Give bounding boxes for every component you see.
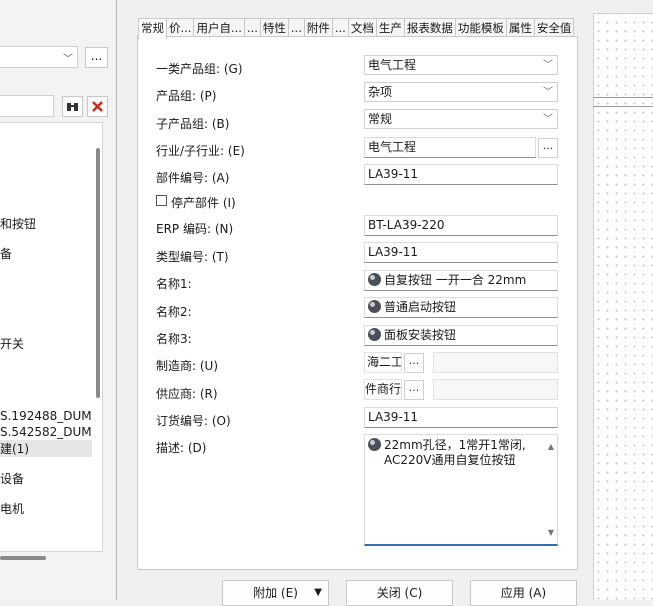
name2-value: 普通启动按钮	[384, 300, 457, 314]
manufacturer-label: 制造商: (U)	[156, 359, 219, 373]
manufacturer-field[interactable]: 海二工	[364, 352, 402, 373]
discontinued-label: 停产部件 (I)	[171, 196, 236, 210]
supplier-field[interactable]: 件商行	[364, 379, 402, 400]
name3-field[interactable]: 面板安装按钮	[364, 325, 558, 346]
canvas-toolbar-strip	[593, 0, 653, 14]
tab-documents[interactable]: 文档	[347, 18, 377, 38]
tree-item[interactable]: 电机	[0, 500, 92, 517]
supplier-name-field	[433, 379, 558, 400]
tree-item[interactable]: S.192488_DUMMY	[0, 409, 92, 423]
chevron-down-icon: ﹀	[63, 54, 73, 65]
chevron-down-icon: ﹀	[543, 114, 553, 125]
name2-label: 名称2:	[156, 305, 192, 319]
tree-item-selected[interactable]: 建(1)	[0, 440, 92, 457]
discontinued-checkbox[interactable]	[156, 195, 167, 206]
product-group-select[interactable]: 杂项 ﹀	[364, 82, 558, 102]
tree-horizontal-scrollbar[interactable]	[0, 556, 46, 560]
part-number-field[interactable]: LA39-11	[364, 164, 558, 185]
clear-search-button[interactable]	[87, 96, 108, 117]
description-label: 描述: (D)	[156, 441, 207, 455]
sub-group-value: 常规	[368, 112, 393, 126]
description-text: AC220V通用自复位按钮	[384, 453, 516, 467]
tab-bar: 常规 价... 用户自... ... 特性 ... 附件 ... 文档 生产 报…	[138, 18, 575, 39]
tree-item[interactable]: 和按钮	[0, 215, 92, 232]
name1-field[interactable]: 自复按钮 一开一合 22mm	[364, 270, 558, 291]
product-group1-label: 一类产品组: (G)	[156, 62, 243, 76]
globe-icon[interactable]	[368, 273, 381, 286]
dropdown-arrow-icon[interactable]: ▼	[314, 581, 322, 605]
order-number-field[interactable]: LA39-11	[364, 407, 558, 428]
type-number-label: 类型编号: (T)	[156, 250, 229, 264]
tab-more[interactable]: ...	[287, 18, 305, 38]
tab-function-template[interactable]: 功能模板	[454, 18, 507, 38]
canvas-frame-line	[593, 97, 653, 107]
manufacturer-name-field	[433, 352, 558, 373]
name1-value: 自复按钮 一开一合 22mm	[384, 273, 527, 287]
tree-item[interactable]: 备	[0, 245, 92, 262]
industry-label: 行业/子行业: (E)	[156, 144, 245, 158]
binoculars-search-button[interactable]	[62, 96, 83, 117]
erp-field[interactable]: BT-LA39-220	[364, 215, 558, 236]
tree-item[interactable]: 开关	[0, 335, 92, 352]
industry-browse-button[interactable]: ...	[538, 138, 558, 158]
scroll-up-icon[interactable]: ▲	[548, 439, 554, 454]
tab-safety-values[interactable]: 安全值	[533, 18, 575, 38]
add-button-label: 附加 (E)	[253, 586, 298, 600]
tab-production[interactable]: 生产	[375, 18, 405, 38]
type-number-field[interactable]: LA39-11	[364, 242, 558, 263]
name3-label: 名称3:	[156, 332, 192, 346]
supplier-label: 供应商: (R)	[156, 387, 218, 401]
tab-characteristics[interactable]: 特性	[259, 18, 289, 38]
name3-value: 面板安装按钮	[384, 328, 457, 342]
left-filter-more-button[interactable]: ...	[85, 47, 108, 68]
description-text: 22mm孔径，1常开1常闭,	[384, 438, 526, 452]
description-textarea[interactable]: 22mm孔径，1常开1常闭, AC220V通用自复位按钮 ▲ ▼	[364, 434, 558, 546]
tree-item[interactable]: S.542582_DUMMY	[0, 425, 92, 439]
scroll-down-icon[interactable]: ▼	[548, 525, 554, 540]
supplier-browse-button[interactable]: ...	[404, 380, 424, 400]
binoculars-icon	[67, 103, 78, 111]
tab-report-data[interactable]: 报表数据	[403, 18, 456, 38]
sub-group-label: 子产品组: (B)	[156, 117, 230, 131]
globe-icon[interactable]	[368, 438, 381, 451]
globe-icon[interactable]	[368, 300, 381, 313]
left-panel: ﹀ ... 和按钮 备 开关 S.192488_DUMMY S.542582_D…	[0, 0, 116, 600]
close-button[interactable]: 关闭 (C)	[346, 580, 453, 606]
tab-accessories[interactable]: 附件	[303, 18, 333, 38]
tab-user-defined[interactable]: 用户自...	[193, 18, 245, 38]
product-group-value: 杂项	[368, 85, 393, 99]
description-line: AC220V通用自复位按钮	[368, 453, 543, 468]
drawing-canvas-background	[593, 0, 653, 600]
globe-icon[interactable]	[368, 328, 381, 341]
sub-group-select[interactable]: 常规 ﹀	[364, 109, 558, 129]
tab-more[interactable]: ...	[331, 18, 349, 38]
part-number-label: 部件编号: (A)	[156, 171, 230, 185]
tab-more[interactable]: ...	[243, 18, 261, 38]
industry-field[interactable]: 电气工程	[364, 137, 536, 158]
left-filter-combo[interactable]: ﹀	[0, 46, 78, 68]
tree-vertical-scrollbar[interactable]	[96, 148, 100, 398]
erp-label: ERP 编码: (N)	[156, 222, 234, 236]
manufacturer-browse-button[interactable]: ...	[404, 353, 424, 373]
left-search-input[interactable]	[0, 95, 54, 117]
parts-tree[interactable]: 和按钮 备 开关 S.192488_DUMMY S.542582_DUMMY 建…	[0, 122, 103, 552]
chevron-down-icon: ﹀	[543, 87, 553, 98]
name2-field[interactable]: 普通启动按钮	[364, 297, 558, 318]
tab-general[interactable]: 常规	[138, 18, 167, 39]
tab-properties[interactable]: 属性	[505, 18, 535, 38]
order-number-label: 订货编号: (O)	[156, 414, 231, 428]
name1-label: 名称1:	[156, 277, 192, 291]
product-group1-value: 电气工程	[368, 58, 417, 72]
tree-item[interactable]: 设备	[0, 470, 92, 487]
tab-price[interactable]: 价...	[166, 18, 195, 38]
product-group-label: 产品组: (P)	[156, 89, 217, 103]
chevron-down-icon: ﹀	[543, 60, 553, 71]
close-icon	[92, 101, 103, 112]
description-line: 22mm孔径，1常开1常闭,	[368, 438, 543, 453]
product-group1-select[interactable]: 电气工程 ﹀	[364, 55, 558, 75]
add-split-button[interactable]: 附加 (E) ▼	[222, 580, 329, 606]
apply-button[interactable]: 应用 (A)	[470, 580, 577, 606]
